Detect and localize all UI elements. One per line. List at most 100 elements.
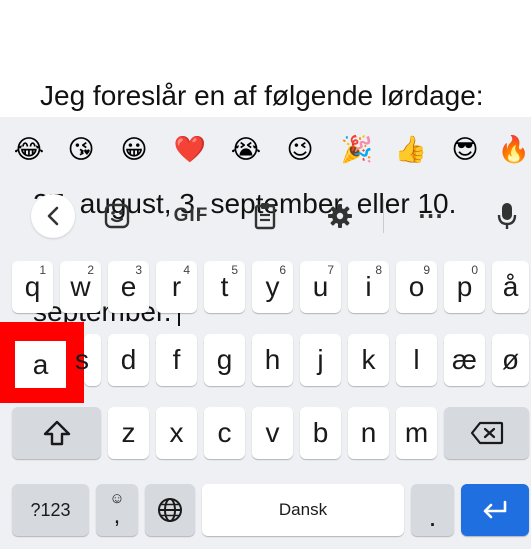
key-label: q (24, 271, 41, 302)
message-compose-field[interactable]: Jeg foreslår en af følgende lørdage: 27.… (0, 0, 531, 327)
comma-key[interactable]: ☺ , (96, 484, 138, 536)
backspace-icon (470, 421, 503, 445)
key-label: c (217, 417, 232, 448)
key-label: l (413, 344, 420, 375)
key-h[interactable]: h (252, 334, 293, 386)
voice-input-button[interactable] (480, 189, 531, 243)
emoji-wink[interactable]: 😉 (283, 133, 317, 167)
gear-icon (328, 204, 352, 228)
sticker-button[interactable] (90, 189, 144, 243)
key-r[interactable]: r4 (156, 261, 197, 313)
symbols-key[interactable]: ?123 (12, 484, 89, 536)
enter-key[interactable] (461, 484, 529, 536)
key-label: r (171, 271, 182, 302)
key-t[interactable]: t5 (204, 261, 245, 313)
key-label: k (361, 344, 376, 375)
emoji-heart[interactable]: ❤️ (173, 133, 207, 167)
key-label: b (312, 417, 329, 448)
key-v[interactable]: v (252, 407, 293, 459)
key-hint: 7 (327, 263, 334, 277)
key-hint: 5 (231, 263, 238, 277)
key-n[interactable]: n (348, 407, 389, 459)
key-label: n (360, 417, 377, 448)
key-k[interactable]: k (348, 334, 389, 386)
shift-key[interactable] (12, 407, 101, 459)
key-label: a (32, 348, 49, 380)
key-f[interactable]: f (156, 334, 197, 386)
return-arrow-icon (483, 500, 507, 519)
emoji-sob[interactable]: 😭 (229, 133, 263, 167)
key-x[interactable]: x (156, 407, 197, 459)
key-label: z (121, 417, 136, 448)
key-j[interactable]: j (300, 334, 341, 386)
key-e[interactable]: e3 (108, 261, 149, 313)
key-g[interactable]: g (204, 334, 245, 386)
emoji-sunglasses[interactable]: 😎 (448, 133, 482, 167)
key-label: o (408, 271, 425, 302)
key-label: m (404, 417, 429, 448)
key-label: j (317, 344, 324, 375)
clipboard-button[interactable] (238, 189, 292, 243)
emoji-thumbs-up[interactable]: 👍 (394, 133, 428, 167)
key-label: g (216, 344, 233, 375)
backspace-key[interactable] (444, 407, 529, 459)
key-label: t (220, 271, 229, 302)
key-s[interactable]: s (75, 334, 101, 386)
key-label: æ (452, 344, 477, 375)
space-bar[interactable]: Dansk (202, 484, 404, 536)
comma-label: , (113, 502, 121, 529)
key-label: y (265, 271, 280, 302)
language-key[interactable] (145, 484, 195, 536)
period-label: . (428, 501, 437, 532)
chevron-left-icon (47, 206, 59, 226)
key-y[interactable]: y6 (252, 261, 293, 313)
key-b[interactable]: b (300, 407, 341, 459)
settings-button[interactable] (313, 189, 367, 243)
space-bar-label: Dansk (278, 500, 328, 519)
key-label: e (120, 271, 137, 302)
key-u[interactable]: u7 (300, 261, 341, 313)
gif-button[interactable]: GIF (164, 189, 218, 243)
key-label: s (75, 344, 89, 375)
gif-label: GIF (173, 205, 209, 226)
key-hint: 3 (135, 263, 142, 277)
key-l[interactable]: l (396, 334, 437, 386)
key-z[interactable]: z (108, 407, 149, 459)
key-label: x (169, 417, 184, 448)
emoji-fire[interactable]: 🔥 (497, 133, 531, 167)
emoji-tears-of-joy[interactable]: 😂 (12, 133, 46, 167)
toolbar-back-button[interactable] (26, 189, 80, 243)
key-oe[interactable]: ø (492, 334, 529, 386)
emoji-party[interactable]: 🎉 (340, 133, 374, 167)
emoji-suggestion-row: 😂 😘 😀 ❤️ 😭 😉 🎉 👍 😎 🔥 (0, 117, 531, 183)
key-label: å (502, 271, 519, 302)
key-p[interactable]: p0 (444, 261, 485, 313)
key-d[interactable]: d (108, 334, 149, 386)
key-label: ø (501, 344, 520, 375)
key-label: d (120, 344, 137, 375)
key-aa[interactable]: å (492, 261, 529, 313)
key-hint: 6 (279, 263, 286, 277)
key-c[interactable]: c (204, 407, 245, 459)
key-a[interactable]: a (15, 341, 66, 388)
key-label: i (365, 271, 372, 302)
key-w[interactable]: w2 (60, 261, 101, 313)
key-hint: 8 (375, 263, 382, 277)
emoji-kiss[interactable]: 😘 (64, 133, 98, 167)
highlight-box: a (0, 322, 84, 403)
key-q[interactable]: q1 (12, 261, 53, 313)
more-options-button[interactable]: ··· (404, 189, 458, 243)
key-label: h (264, 344, 281, 375)
key-o[interactable]: o9 (396, 261, 437, 313)
key-m[interactable]: m (396, 407, 437, 459)
key-ae[interactable]: æ (444, 334, 485, 386)
sticker-icon (104, 203, 130, 229)
more-dots-icon: ··· (418, 204, 444, 228)
emoji-grin[interactable]: 😀 (117, 133, 151, 167)
key-label: f (172, 344, 181, 375)
toolbar-divider (383, 199, 384, 233)
key-label: p (456, 271, 473, 302)
key-hint: 4 (183, 263, 190, 277)
period-key[interactable]: . (411, 484, 454, 536)
key-i[interactable]: i8 (348, 261, 389, 313)
